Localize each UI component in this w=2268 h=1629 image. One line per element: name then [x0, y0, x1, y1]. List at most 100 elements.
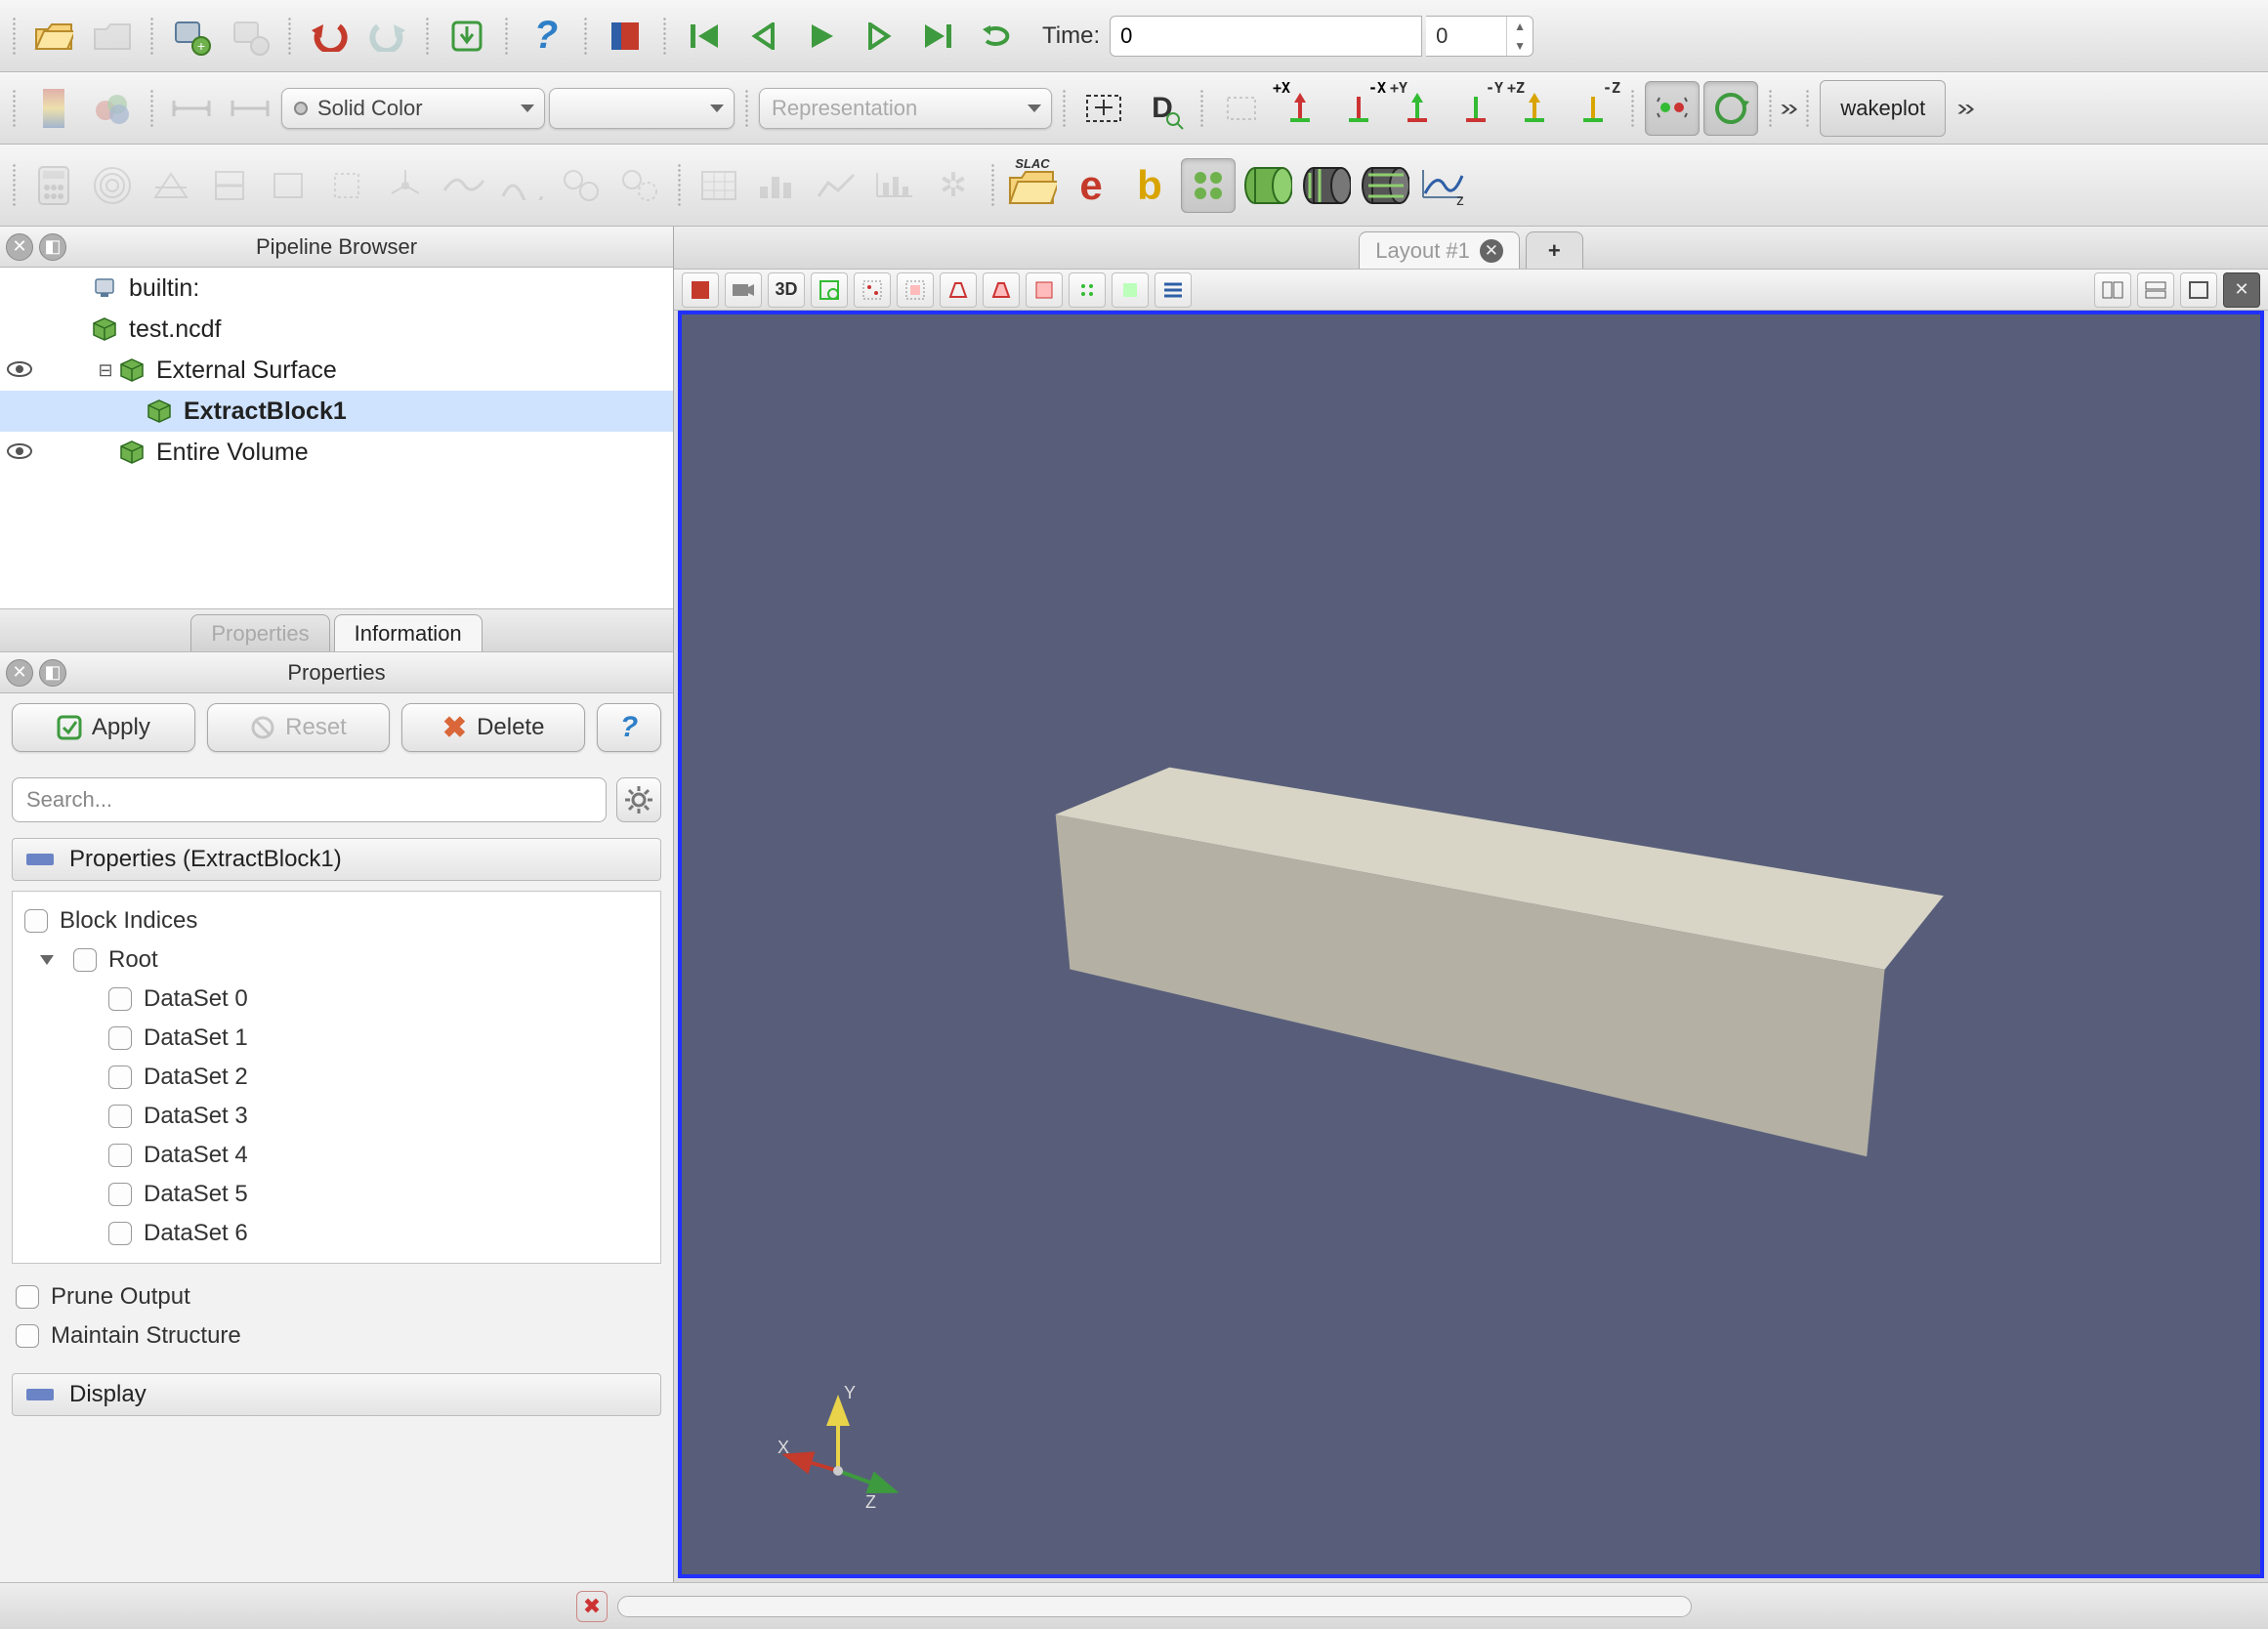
- interact-mode-icon[interactable]: [1645, 81, 1700, 136]
- toolbar-overflow-icon[interactable]: »: [1780, 95, 1798, 122]
- close-view-icon[interactable]: ✕: [2223, 272, 2260, 308]
- pipeline-item[interactable]: test.ncdf: [0, 309, 673, 350]
- plot-data-icon[interactable]: [867, 158, 922, 213]
- component-combo[interactable]: [549, 88, 735, 129]
- rotate-mode-icon[interactable]: [1703, 81, 1758, 136]
- disconnect-icon[interactable]: [223, 9, 277, 63]
- help-button[interactable]: ?: [597, 703, 661, 752]
- checkbox[interactable]: [108, 1222, 132, 1245]
- cylinder1-icon[interactable]: [1239, 158, 1294, 213]
- maximize-icon[interactable]: [2180, 272, 2217, 308]
- pipeline-item[interactable]: Entire Volume: [0, 432, 673, 473]
- root-row[interactable]: Root: [21, 940, 652, 980]
- pipeline-tree[interactable]: builtin:test.ncdf⊟External SurfaceExtrac…: [0, 268, 673, 609]
- interactive-select-points-icon[interactable]: [1069, 272, 1106, 308]
- tab-properties[interactable]: Properties: [190, 614, 329, 651]
- histogram-icon[interactable]: [750, 158, 805, 213]
- mode-3d-button[interactable]: 3D: [768, 272, 805, 308]
- apply-button[interactable]: Apply: [12, 703, 195, 752]
- zoom-data-icon[interactable]: D: [1135, 81, 1190, 136]
- layout-tab-1[interactable]: Layout #1 ✕: [1359, 231, 1520, 269]
- rubber-band-icon[interactable]: [1214, 81, 1269, 136]
- spreadsheet-icon[interactable]: [692, 158, 746, 213]
- first-frame-icon[interactable]: [677, 9, 732, 63]
- checkbox[interactable]: [108, 1183, 132, 1206]
- redo-icon[interactable]: [360, 9, 415, 63]
- pipeline-item[interactable]: builtin:: [0, 268, 673, 309]
- axis-pos-y-button[interactable]: +Y: [1390, 81, 1445, 136]
- particles-icon[interactable]: [1181, 158, 1236, 213]
- dataset-row[interactable]: DataSet 5: [21, 1175, 652, 1214]
- probe-icon[interactable]: ✲: [926, 158, 981, 213]
- axis-neg-x-button[interactable]: -X: [1331, 81, 1386, 136]
- stream-icon[interactable]: [437, 158, 491, 213]
- checkbox[interactable]: [108, 1144, 132, 1167]
- connect-icon[interactable]: +: [164, 9, 219, 63]
- interactive-select-cells-icon[interactable]: [1112, 272, 1149, 308]
- macro-wakeplot-button[interactable]: wakeplot: [1820, 80, 1946, 137]
- plot-z-icon[interactable]: z: [1415, 158, 1470, 213]
- pipeline-float-icon[interactable]: ◧: [39, 233, 66, 261]
- find-data-icon[interactable]: [598, 9, 652, 63]
- reset-button[interactable]: Reset: [207, 703, 391, 752]
- render-view-icon[interactable]: [682, 272, 719, 308]
- axis-neg-z-button[interactable]: -Z: [1566, 81, 1620, 136]
- e-field-icon[interactable]: e: [1064, 158, 1118, 213]
- expand-icon[interactable]: ⊟: [94, 360, 117, 381]
- select-frustum-cells-icon[interactable]: [983, 272, 1020, 308]
- camera-icon[interactable]: [725, 272, 762, 308]
- section-display[interactable]: Display: [12, 1373, 661, 1416]
- rescale-range-icon[interactable]: [164, 81, 219, 136]
- group-icon[interactable]: [554, 158, 609, 213]
- calculator-icon[interactable]: [26, 158, 81, 213]
- extract-icon[interactable]: [319, 158, 374, 213]
- coloring-combo[interactable]: Solid Color: [281, 88, 545, 129]
- split-h-icon[interactable]: [2094, 272, 2131, 308]
- b-field-icon[interactable]: b: [1122, 158, 1177, 213]
- last-frame-icon[interactable]: [911, 9, 966, 63]
- representation-combo[interactable]: Representation: [759, 88, 1052, 129]
- prev-frame-icon[interactable]: [735, 9, 790, 63]
- checkbox[interactable]: [108, 1026, 132, 1050]
- rescale-custom-icon[interactable]: [223, 81, 277, 136]
- dataset-row[interactable]: DataSet 2: [21, 1058, 652, 1097]
- dataset-row[interactable]: DataSet 3: [21, 1097, 652, 1136]
- checkbox[interactable]: [108, 987, 132, 1011]
- select-cells-icon[interactable]: [897, 272, 934, 308]
- next-frame-icon[interactable]: [853, 9, 907, 63]
- maintain-structure-checkbox[interactable]: Maintain Structure: [12, 1316, 661, 1356]
- pipeline-close-icon[interactable]: ✕: [6, 233, 33, 261]
- dataset-row[interactable]: DataSet 0: [21, 980, 652, 1019]
- checkbox[interactable]: [108, 1105, 132, 1128]
- bottom-scrollbar[interactable]: [617, 1596, 1692, 1617]
- expand-icon[interactable]: [40, 955, 54, 965]
- visibility-eye-icon[interactable]: [0, 356, 39, 385]
- tab-information[interactable]: Information: [334, 614, 483, 651]
- play-icon[interactable]: [794, 9, 849, 63]
- dataset-row[interactable]: DataSet 1: [21, 1019, 652, 1058]
- glyph-icon[interactable]: [378, 158, 433, 213]
- scalar-bar-icon[interactable]: [26, 81, 81, 136]
- properties-close-icon[interactable]: ✕: [6, 659, 33, 687]
- dataset-row[interactable]: DataSet 6: [21, 1214, 652, 1253]
- reset-camera-icon[interactable]: [1076, 81, 1131, 136]
- open-slac-folder-icon[interactable]: SLAC: [1005, 158, 1060, 213]
- warp-icon[interactable]: [495, 158, 550, 213]
- save-icon[interactable]: [85, 9, 140, 63]
- layout-tab-add[interactable]: +: [1526, 231, 1583, 269]
- undo-icon[interactable]: [302, 9, 357, 63]
- plot-over-line-icon[interactable]: [809, 158, 863, 213]
- close-icon[interactable]: ✕: [1480, 239, 1503, 263]
- axis-neg-y-button[interactable]: -Y: [1449, 81, 1503, 136]
- view-options-icon[interactable]: [1155, 272, 1192, 308]
- time-frame-spinner[interactable]: 0 ▲▼: [1426, 16, 1533, 57]
- advanced-gear-icon[interactable]: [616, 777, 661, 822]
- select-points-icon[interactable]: [854, 272, 891, 308]
- slice-icon[interactable]: [202, 158, 257, 213]
- color-map-icon[interactable]: [85, 81, 140, 136]
- prune-output-checkbox[interactable]: Prune Output: [12, 1277, 661, 1316]
- cylinder3-icon[interactable]: [1357, 158, 1411, 213]
- axis-pos-z-button[interactable]: +Z: [1507, 81, 1562, 136]
- apply-script-icon[interactable]: [440, 9, 494, 63]
- search-input[interactable]: Search...: [12, 777, 607, 822]
